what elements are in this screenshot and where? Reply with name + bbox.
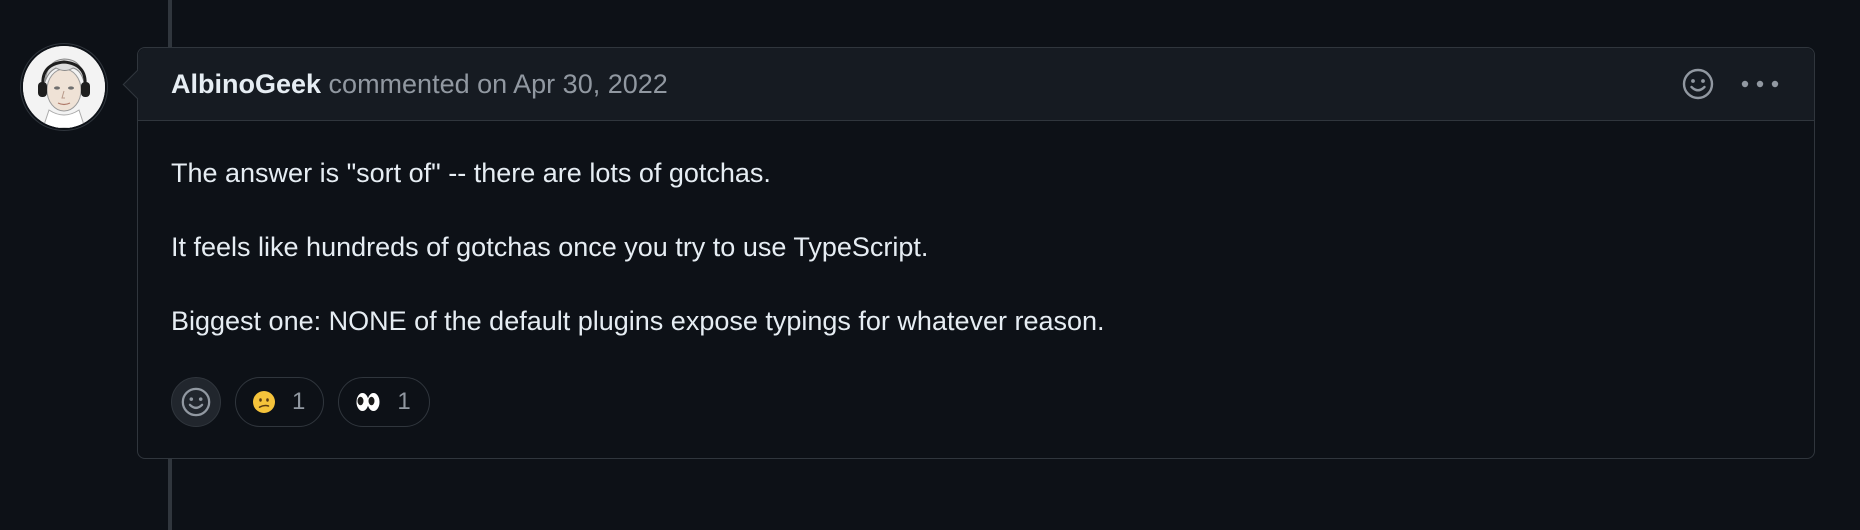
reactions-bar: 1 1 — [171, 377, 430, 427]
comment-box: AlbinoGeek commented on Apr 30, 2022 The… — [137, 47, 1815, 459]
reaction-count: 1 — [397, 388, 411, 415]
comment-paragraph: Biggest one: NONE of the default plugins… — [171, 305, 1105, 336]
avatar-image — [23, 46, 105, 128]
add-reaction-button[interactable] — [171, 377, 221, 427]
more-options-button[interactable] — [1740, 64, 1780, 104]
smiley-icon — [181, 387, 211, 417]
comment-actions — [1678, 64, 1780, 104]
comment-body: The answer is "sort of" -- there are lot… — [138, 121, 1814, 338]
reaction-eyes[interactable]: 1 — [338, 377, 430, 427]
confused-face-icon — [252, 390, 276, 414]
comment-paragraph: It feels like hundreds of gotchas once y… — [171, 231, 929, 262]
kebab-horizontal-icon — [1741, 80, 1779, 88]
author-link[interactable]: AlbinoGeek — [171, 69, 321, 99]
reaction-confused[interactable]: 1 — [235, 377, 325, 427]
add-reaction-button[interactable] — [1678, 64, 1718, 104]
comment-timestamp[interactable]: commented on Apr 30, 2022 — [329, 69, 668, 99]
smiley-icon — [1682, 68, 1714, 100]
reaction-count: 1 — [292, 388, 306, 415]
eyes-icon — [355, 390, 381, 414]
comment-header-text: AlbinoGeek commented on Apr 30, 2022 — [171, 69, 668, 99]
comment-header: AlbinoGeek commented on Apr 30, 2022 — [138, 48, 1814, 121]
avatar[interactable] — [23, 46, 105, 128]
comment-paragraph: The answer is "sort of" -- there are lot… — [171, 158, 771, 188]
